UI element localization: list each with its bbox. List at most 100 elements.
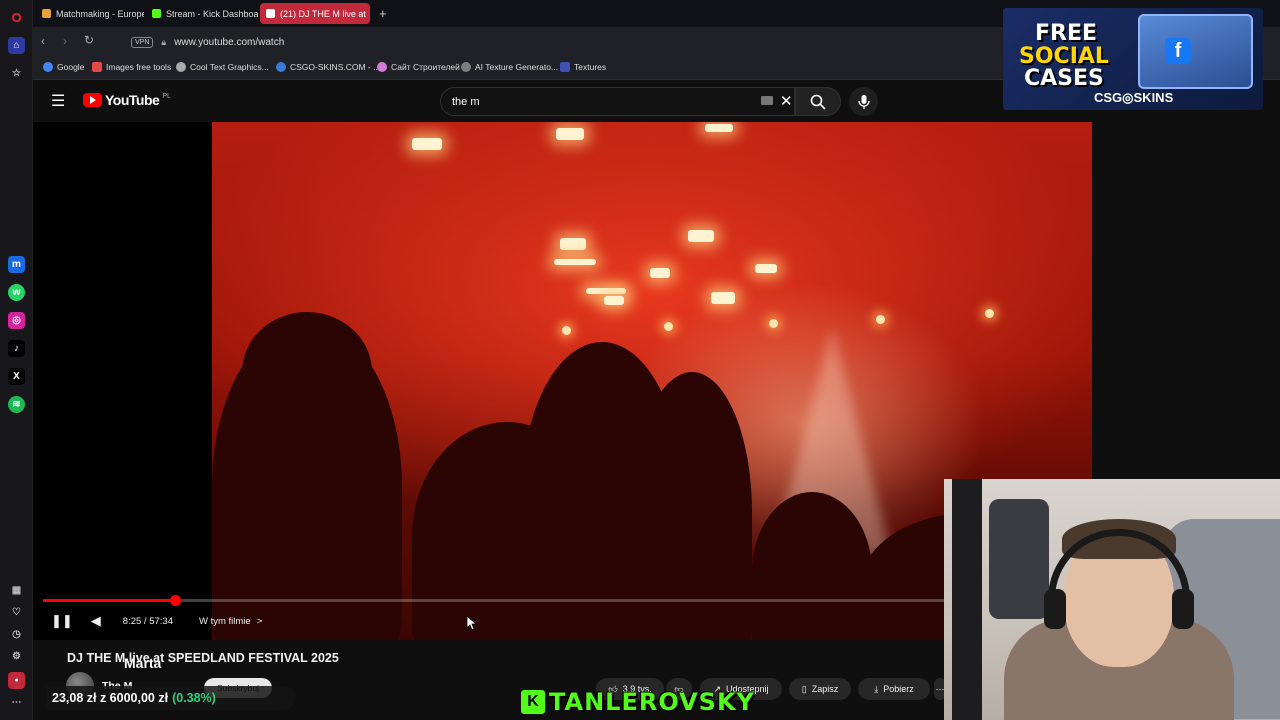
- bookmark-builders[interactable]: Сайт Строителей: [377, 62, 460, 72]
- donation-goal: 23,08 zł z 6000,00 zł (0.38%): [46, 686, 296, 710]
- bookmark-label: Сайт Строителей: [391, 62, 460, 72]
- instagram-icon[interactable]: ◎: [8, 312, 25, 329]
- bookmark-icon: [461, 62, 471, 72]
- opera-logo-icon[interactable]: O: [8, 9, 25, 26]
- spotify-icon[interactable]: ≋: [8, 396, 25, 413]
- bookmark-icon: ▯: [801, 683, 807, 694]
- search-icon: [810, 94, 826, 110]
- spot-light: [876, 315, 885, 324]
- menu-icon[interactable]: ☰: [51, 91, 65, 111]
- save-label: Zapisz: [811, 684, 839, 694]
- bookmark-ai-texture[interactable]: AI Texture Generato...: [461, 62, 558, 72]
- player-controls: ❚❚ ◀︎ 8:25 / 57:34 W tym filmie >: [43, 612, 262, 630]
- webcam-overlay: [944, 479, 1280, 720]
- ad-brand: CSG◎SKINS: [1094, 90, 1174, 105]
- headset-earcup: [1172, 589, 1194, 629]
- video-title: DJ THE M live at SPEEDLAND FESTIVAL 2025: [67, 651, 339, 665]
- video-player[interactable]: ❚❚ ◀︎ 8:25 / 57:34 W tym filmie >: [33, 122, 1092, 640]
- donation-percent: (0.38%): [172, 691, 216, 705]
- search-button[interactable]: [795, 87, 841, 116]
- spot-light: [985, 309, 994, 318]
- messenger-icon[interactable]: m: [8, 256, 25, 273]
- chapters-button[interactable]: W tym filmie: [199, 616, 251, 627]
- mouse-cursor-icon: [467, 616, 477, 631]
- download-label: Pobierz: [883, 684, 914, 694]
- youtube-icon: [266, 9, 275, 18]
- star-icon[interactable]: ☆: [8, 65, 25, 82]
- browser-sidebar: O ⌂ ☆ m w ◎ ♪ X ≋ ▦ ♡ ◷ ⚙ ● ⋯: [0, 0, 33, 720]
- stage-light: [604, 296, 624, 305]
- bookmark-icon: [92, 62, 102, 72]
- bookmark-textures[interactable]: Textures: [560, 62, 606, 72]
- bookmark-icon: [176, 62, 186, 72]
- bookmark-csgo-skins[interactable]: CSGO-SKINS.COM - ...: [276, 62, 380, 72]
- flag-icon[interactable]: ●: [8, 672, 25, 689]
- spot-light: [664, 322, 673, 331]
- download-button[interactable]: ⤓ Pobierz: [858, 678, 930, 700]
- bookmark-label: Cool Text Graphics...: [190, 62, 269, 72]
- history-icon[interactable]: ◷: [8, 626, 25, 643]
- bookmark-label: CSGO-SKINS.COM - ...: [290, 62, 381, 72]
- search-input[interactable]: the m ✕: [440, 87, 795, 116]
- stage-light: [560, 238, 586, 250]
- tab-label: (21) DJ THE M live at: [280, 8, 366, 19]
- spot-light: [562, 326, 571, 335]
- bookmark-images-tools[interactable]: Images free tools: [92, 62, 171, 72]
- x-icon[interactable]: X: [8, 368, 25, 385]
- whatsapp-icon[interactable]: w: [8, 284, 25, 301]
- tab-label: Stream - Kick Dashboard: [166, 8, 258, 19]
- apps-icon[interactable]: ▦: [8, 582, 25, 599]
- overlay-name: Marta: [124, 655, 162, 671]
- stage-light: [705, 124, 733, 132]
- ad-banner[interactable]: f FREE SOCIAL CASES CSG◎SKINS: [1003, 8, 1263, 110]
- voice-search-button[interactable]: [849, 87, 878, 116]
- tab-label: Matchmaking - Europe 5v: [56, 8, 144, 19]
- crowd-silhouette: [242, 312, 372, 432]
- pause-icon[interactable]: ❚❚: [51, 613, 73, 629]
- home-icon[interactable]: ⌂: [8, 37, 25, 54]
- bookmark-cool-text[interactable]: Cool Text Graphics...: [176, 62, 269, 72]
- settings-icon[interactable]: ⚙: [8, 648, 25, 665]
- streamer-name: TANLEROVSKY: [549, 688, 755, 716]
- more-icon[interactable]: ⋯: [8, 694, 25, 711]
- bookmark-icon: [276, 62, 286, 72]
- tiktok-icon[interactable]: ♪: [8, 340, 25, 357]
- kick-icon: [152, 9, 161, 18]
- doorframe: [952, 479, 982, 720]
- url-text: www.youtube.com/watch: [174, 36, 285, 48]
- microphone-icon: [857, 94, 870, 109]
- save-button[interactable]: ▯ Zapisz: [789, 678, 851, 700]
- reload-icon[interactable]: ↻: [84, 33, 94, 47]
- tab-youtube[interactable]: (21) DJ THE M live at: [260, 3, 370, 24]
- keyboard-icon[interactable]: [761, 96, 773, 105]
- stage-light: [755, 264, 777, 273]
- tab-matchmaking[interactable]: Matchmaking - Europe 5v: [36, 3, 144, 24]
- donation-text: 23,08 zł z 6000,00 zł: [52, 691, 169, 705]
- bookmark-icon: [560, 62, 570, 72]
- heart-icon[interactable]: ♡: [8, 604, 25, 621]
- facebook-icon: f: [1165, 38, 1191, 64]
- chevron-right-icon[interactable]: >: [257, 616, 263, 627]
- faceit-icon: [42, 9, 51, 18]
- headset-earcup: [1044, 589, 1066, 629]
- search-query: the m: [452, 95, 480, 108]
- bookmark-google[interactable]: Google: [43, 62, 84, 72]
- url-field[interactable]: VPN 🔒︎ www.youtube.com/watch: [131, 32, 1031, 52]
- download-icon: ⤓: [874, 683, 879, 694]
- youtube-logo[interactable]: YouTube PL: [83, 92, 171, 108]
- bookmark-label: Textures: [574, 62, 607, 72]
- progress-scrubber[interactable]: [169, 595, 181, 606]
- forward-icon[interactable]: ›: [63, 34, 67, 48]
- kick-logo-icon: K: [521, 690, 545, 714]
- youtube-play-icon: [83, 93, 102, 107]
- hanging-jacket: [989, 499, 1049, 619]
- stage-light: [586, 288, 626, 294]
- new-tab-button[interactable]: +: [373, 3, 393, 24]
- stage-light: [711, 292, 735, 304]
- back-icon[interactable]: ‹: [41, 34, 45, 48]
- vpn-badge[interactable]: VPN: [131, 36, 154, 48]
- tab-kick-dashboard[interactable]: Stream - Kick Dashboard: [146, 3, 258, 24]
- volume-icon[interactable]: ◀︎: [91, 613, 101, 629]
- clear-icon[interactable]: ✕: [780, 92, 793, 110]
- stage-light: [650, 268, 670, 278]
